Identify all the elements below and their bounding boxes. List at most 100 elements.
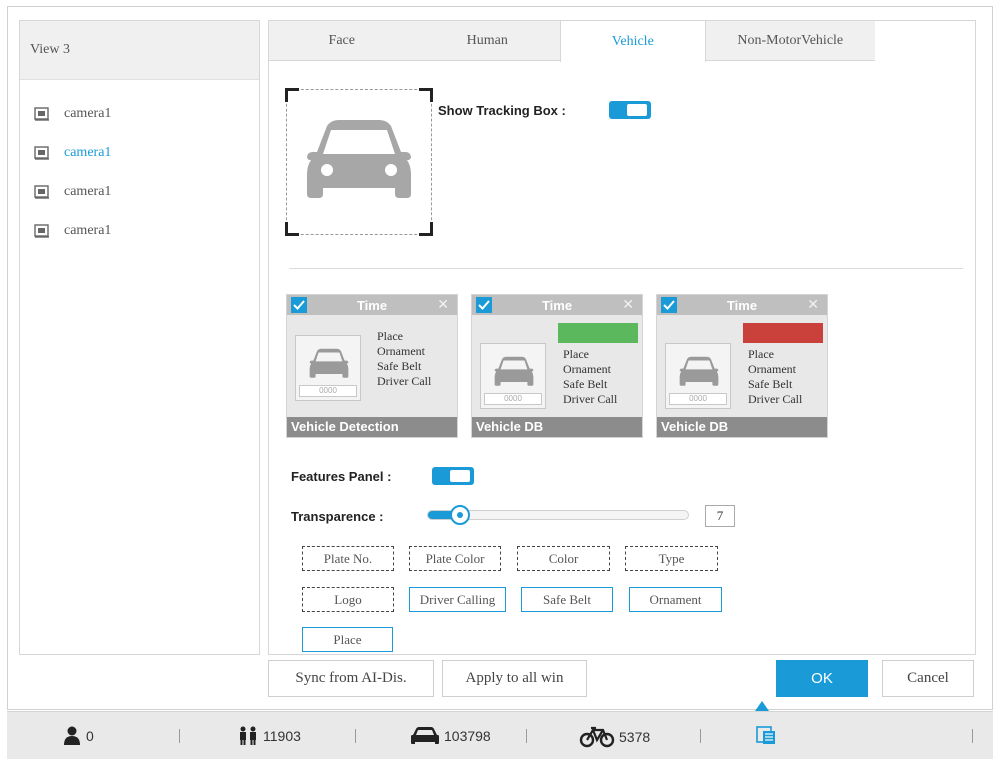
feature-chip-place[interactable]: Place xyxy=(302,627,393,652)
person-icon xyxy=(64,726,80,745)
attr-driver-call: Driver Call xyxy=(748,392,803,406)
camera-label: camera1 xyxy=(64,183,112,199)
close-icon: ✕ xyxy=(437,296,449,312)
allowlist-badge xyxy=(558,323,638,343)
feature-chip-driver-calling[interactable]: Driver Calling xyxy=(409,587,506,612)
attr-ornament: Ornament xyxy=(377,344,425,358)
vehicle-thumbnail: 0000 xyxy=(665,343,731,409)
separator xyxy=(355,729,356,743)
car-icon xyxy=(309,348,349,378)
car-icon xyxy=(307,120,411,198)
cancel-button[interactable]: Cancel xyxy=(882,660,974,697)
checkbox-checked-icon xyxy=(291,297,307,313)
transparence-value[interactable]: 7 xyxy=(705,505,735,527)
card-header: Time ✕ xyxy=(287,295,457,315)
feature-chip-type[interactable]: Type xyxy=(625,546,718,571)
human-count: 11903 xyxy=(263,728,301,744)
camera-item-selected[interactable]: camera1 xyxy=(20,133,259,172)
vehicle-thumbnail: 0000 xyxy=(480,343,546,409)
card-time-label: Time xyxy=(356,297,388,313)
attr-driver-call: Driver Call xyxy=(377,374,432,388)
tab-bar: Face Human Vehicle Non-MotorVehicle xyxy=(269,21,875,62)
bicycle-icon xyxy=(579,726,615,748)
ok-button[interactable]: OK xyxy=(776,660,868,697)
vehicle-db-preview-card: Time ✕ 0000 Place Ornament Safe Belt Dri… xyxy=(656,294,828,438)
feature-chip-plate-color[interactable]: Plate Color xyxy=(409,546,501,571)
human-count-stat: 11903 xyxy=(237,726,301,746)
corner-mark xyxy=(285,222,299,236)
camera-list: camera1 camera1 camera1 camera1 xyxy=(20,80,259,250)
feature-chip-ornament[interactable]: Ornament xyxy=(629,587,722,612)
vehicle-db-preview-card: Time ✕ 0000 Place Ornament Safe Belt Dri… xyxy=(471,294,643,438)
slider-handle[interactable] xyxy=(450,505,470,525)
separator xyxy=(526,729,527,743)
transparence-label: Transparence : xyxy=(291,509,384,524)
tab-non-motor-vehicle[interactable]: Non-MotorVehicle xyxy=(706,21,875,61)
corner-mark xyxy=(285,88,299,102)
car-icon xyxy=(411,727,439,744)
attr-place: Place xyxy=(748,347,774,361)
features-panel-toggle[interactable] xyxy=(432,467,474,485)
vehicle-thumbnail: 0000 xyxy=(295,335,361,401)
tab-human[interactable]: Human xyxy=(415,21,561,61)
apply-to-all-windows-button[interactable]: Apply to all win xyxy=(442,660,587,697)
camera-label: camera1 xyxy=(64,105,112,121)
people-icon xyxy=(240,726,256,745)
vehicle-count: 103798 xyxy=(444,728,491,744)
feature-chip-logo[interactable]: Logo xyxy=(302,587,394,612)
card-footer: Vehicle DB xyxy=(657,417,827,437)
feature-panel-toggle-stat[interactable] xyxy=(755,725,781,745)
camera-label: camera1 xyxy=(64,144,112,160)
tracking-box-preview xyxy=(285,88,433,236)
plate-number: 0000 xyxy=(484,393,542,405)
feature-chip-color[interactable]: Color xyxy=(517,546,610,571)
attr-safe-belt: Safe Belt xyxy=(563,377,608,391)
camera-icon xyxy=(34,145,50,160)
attr-safe-belt: Safe Belt xyxy=(377,359,422,373)
feature-chip-plate-no[interactable]: Plate No. xyxy=(302,546,394,571)
attr-ornament: Ornament xyxy=(748,362,796,376)
card-footer: Vehicle DB xyxy=(472,417,642,437)
camera-label: camera1 xyxy=(64,222,112,238)
card-attributes: Place Ornament Safe Belt Driver Call xyxy=(377,329,431,389)
show-tracking-box-toggle[interactable] xyxy=(609,101,651,119)
tab-face[interactable]: Face xyxy=(269,21,415,61)
bike-count: 5378 xyxy=(619,729,651,745)
attr-place: Place xyxy=(563,347,589,361)
card-header: Time ✕ xyxy=(657,295,827,315)
plate-number: 0000 xyxy=(669,393,727,405)
card-time-label: Time xyxy=(726,297,758,313)
settings-panel: Face Human Vehicle Non-MotorVehicle Show… xyxy=(268,20,976,655)
tab-vehicle[interactable]: Vehicle xyxy=(560,21,706,62)
section-divider xyxy=(289,268,963,269)
features-panel-label: Features Panel : xyxy=(291,469,392,484)
corner-mark xyxy=(419,222,433,236)
camera-icon xyxy=(34,223,50,238)
separator xyxy=(972,729,973,743)
corner-mark xyxy=(419,88,433,102)
attr-safe-belt: Safe Belt xyxy=(748,377,793,391)
bike-count-stat: 5378 xyxy=(579,726,650,748)
checkbox-checked-icon xyxy=(661,297,677,313)
card-attributes: Place Ornament Safe Belt Driver Call xyxy=(563,347,617,407)
feature-chip-safe-belt[interactable]: Safe Belt xyxy=(521,587,613,612)
sync-from-ai-button[interactable]: Sync from AI-Dis. xyxy=(268,660,434,697)
plate-number: 0000 xyxy=(299,385,357,397)
transparence-slider[interactable] xyxy=(427,505,689,525)
camera-item[interactable]: camera1 xyxy=(20,172,259,211)
status-bar: 0 11903 103798 5378 xyxy=(7,711,993,759)
card-attributes: Place Ornament Safe Belt Driver Call xyxy=(748,347,802,407)
list-panel-icon xyxy=(756,726,775,744)
face-count-stat: 0 xyxy=(62,726,94,746)
card-time-label: Time xyxy=(541,297,573,313)
card-header: Time ✕ xyxy=(472,295,642,315)
camera-item[interactable]: camera1 xyxy=(20,211,259,250)
close-icon: ✕ xyxy=(807,296,819,312)
separator xyxy=(179,729,180,743)
close-icon: ✕ xyxy=(622,296,634,312)
camera-icon xyxy=(34,106,50,121)
camera-item[interactable]: camera1 xyxy=(20,94,259,133)
attr-ornament: Ornament xyxy=(563,362,611,376)
car-icon xyxy=(679,356,719,386)
camera-list-panel: View 3 camera1 camera1 camera1 camera1 xyxy=(19,20,260,655)
